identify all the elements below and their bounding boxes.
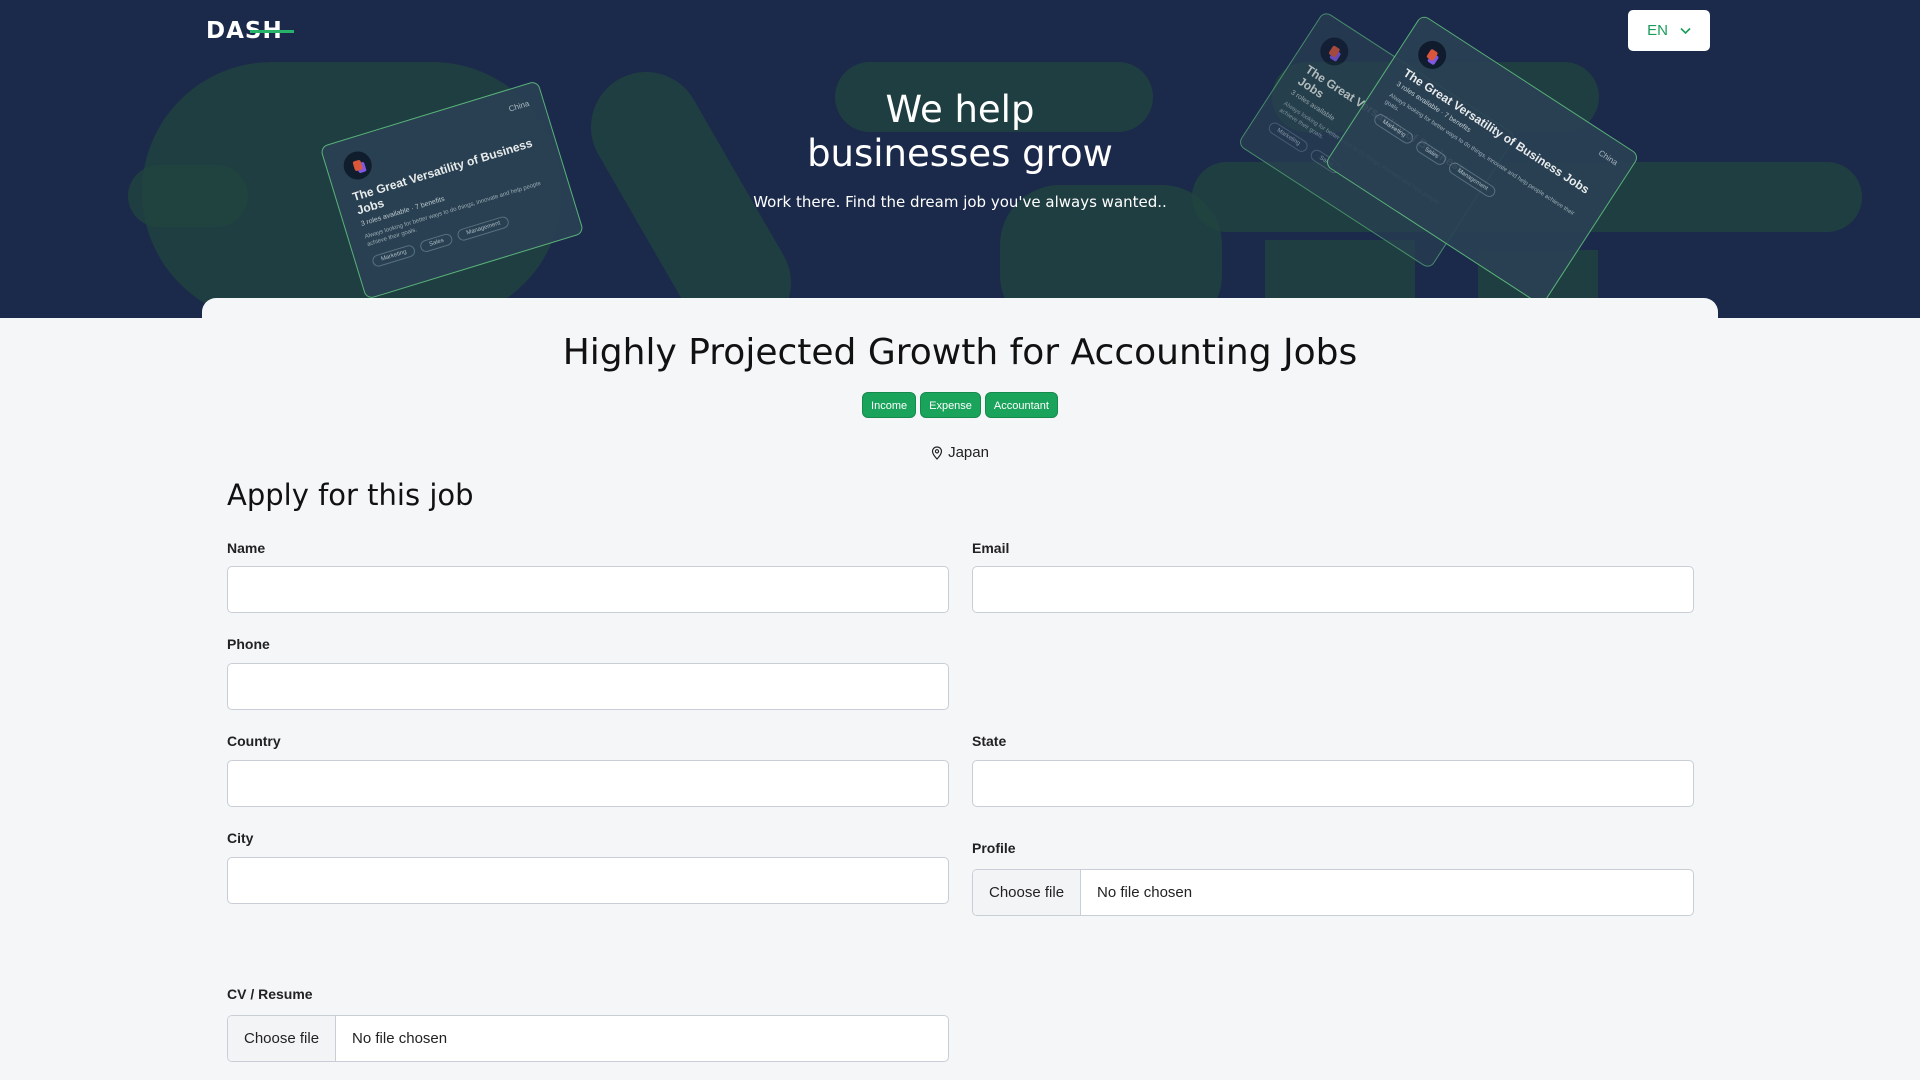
job-title: Highly Projected Growth for Accounting J…: [562, 332, 1358, 373]
card-tag: Marketing: [370, 243, 417, 269]
cv-file-input[interactable]: Choose file No file chosen: [227, 1015, 949, 1062]
company-logo-icon: [1314, 32, 1354, 71]
name-input[interactable]: [227, 566, 949, 613]
job-application-card: Highly Projected Growth for Accounting J…: [202, 298, 1718, 1080]
job-tag[interactable]: Expense: [920, 392, 981, 418]
card-location: China: [1596, 148, 1620, 168]
job-location: Japan: [202, 444, 1718, 461]
email-input[interactable]: [972, 566, 1694, 613]
job-tag[interactable]: Accountant: [984, 392, 1058, 418]
job-tag[interactable]: Income: [862, 392, 917, 418]
dash-logo[interactable]: DASH: [206, 18, 294, 44]
apply-heading: Apply for this job: [227, 478, 474, 512]
name-label: Name: [227, 540, 266, 556]
job-location-text: Japan: [948, 444, 989, 461]
phone-input[interactable]: [227, 663, 949, 710]
card-tag: Sales: [419, 232, 455, 254]
cv-label: CV / Resume: [227, 986, 313, 1002]
profile-file-input[interactable]: Choose file No file chosen: [972, 869, 1694, 916]
hero-title-line: We help: [885, 88, 1035, 131]
country-label: Country: [227, 733, 281, 749]
card-location: China: [507, 98, 531, 114]
country-input[interactable]: [227, 760, 949, 807]
city-input[interactable]: [227, 857, 949, 904]
state-label: State: [972, 733, 1007, 749]
chevron-down-icon: [1680, 27, 1691, 34]
job-tags: Income Expense Accountant: [202, 392, 1718, 418]
hero-title-line: businesses grow: [807, 132, 1113, 175]
profile-choose-file-button[interactable]: Choose file: [973, 870, 1082, 915]
profile-file-status: No file chosen: [1097, 884, 1193, 901]
company-logo-icon: [340, 148, 376, 183]
language-label: EN: [1647, 22, 1668, 39]
language-selector[interactable]: EN: [1628, 10, 1710, 51]
city-label: City: [227, 830, 254, 846]
email-label: Email: [972, 540, 1010, 556]
profile-label: Profile: [972, 840, 1016, 856]
hero-title: We help businesses grow: [760, 88, 1160, 176]
cv-choose-file-button[interactable]: Choose file: [228, 1016, 337, 1061]
logo-accent-bar: [250, 30, 294, 33]
hero-banner: China The Great Versatility of Business …: [0, 0, 1920, 318]
hero-subtitle: Work there. Find the dream job you've al…: [753, 193, 1167, 211]
company-logo-icon: [1412, 35, 1452, 75]
cv-file-status: No file chosen: [352, 1030, 448, 1047]
hero-bg-shape: [128, 165, 248, 227]
map-pin-icon: [931, 445, 943, 460]
state-input[interactable]: [972, 760, 1694, 807]
phone-label: Phone: [227, 636, 270, 652]
